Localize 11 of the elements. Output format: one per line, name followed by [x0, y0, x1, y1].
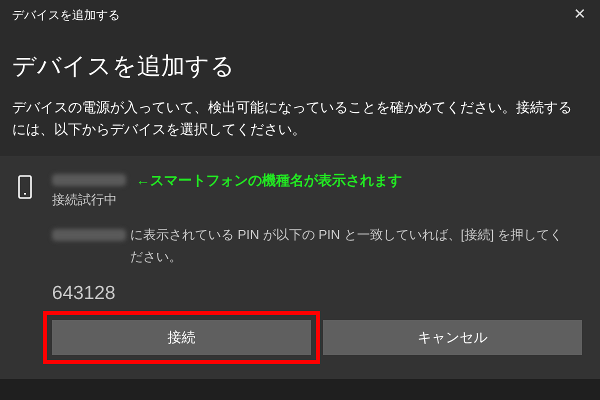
- smartphone-icon: [18, 175, 32, 199]
- cancel-button[interactable]: キャンセル: [323, 320, 582, 355]
- connect-button[interactable]: 接続: [52, 320, 311, 355]
- pin-instruction: に表示されている PIN が以下の PIN と一致していれば、[接続] を押してください。: [130, 226, 564, 266]
- close-button[interactable]: ✕: [560, 0, 600, 30]
- description-text: デバイスの電源が入っていて、検出可能になっていることを確かめてください。接続するには、以下からデバイスを選択してください。: [12, 98, 573, 139]
- connection-status: 接続試行中: [52, 191, 118, 209]
- window-title: デバイスを追加する: [12, 7, 120, 24]
- dialog-heading: デバイスを追加する: [12, 52, 236, 82]
- pin-code: 643128: [52, 282, 116, 306]
- annotation-text: ←スマートフォンの機種名が表示されます: [136, 170, 402, 190]
